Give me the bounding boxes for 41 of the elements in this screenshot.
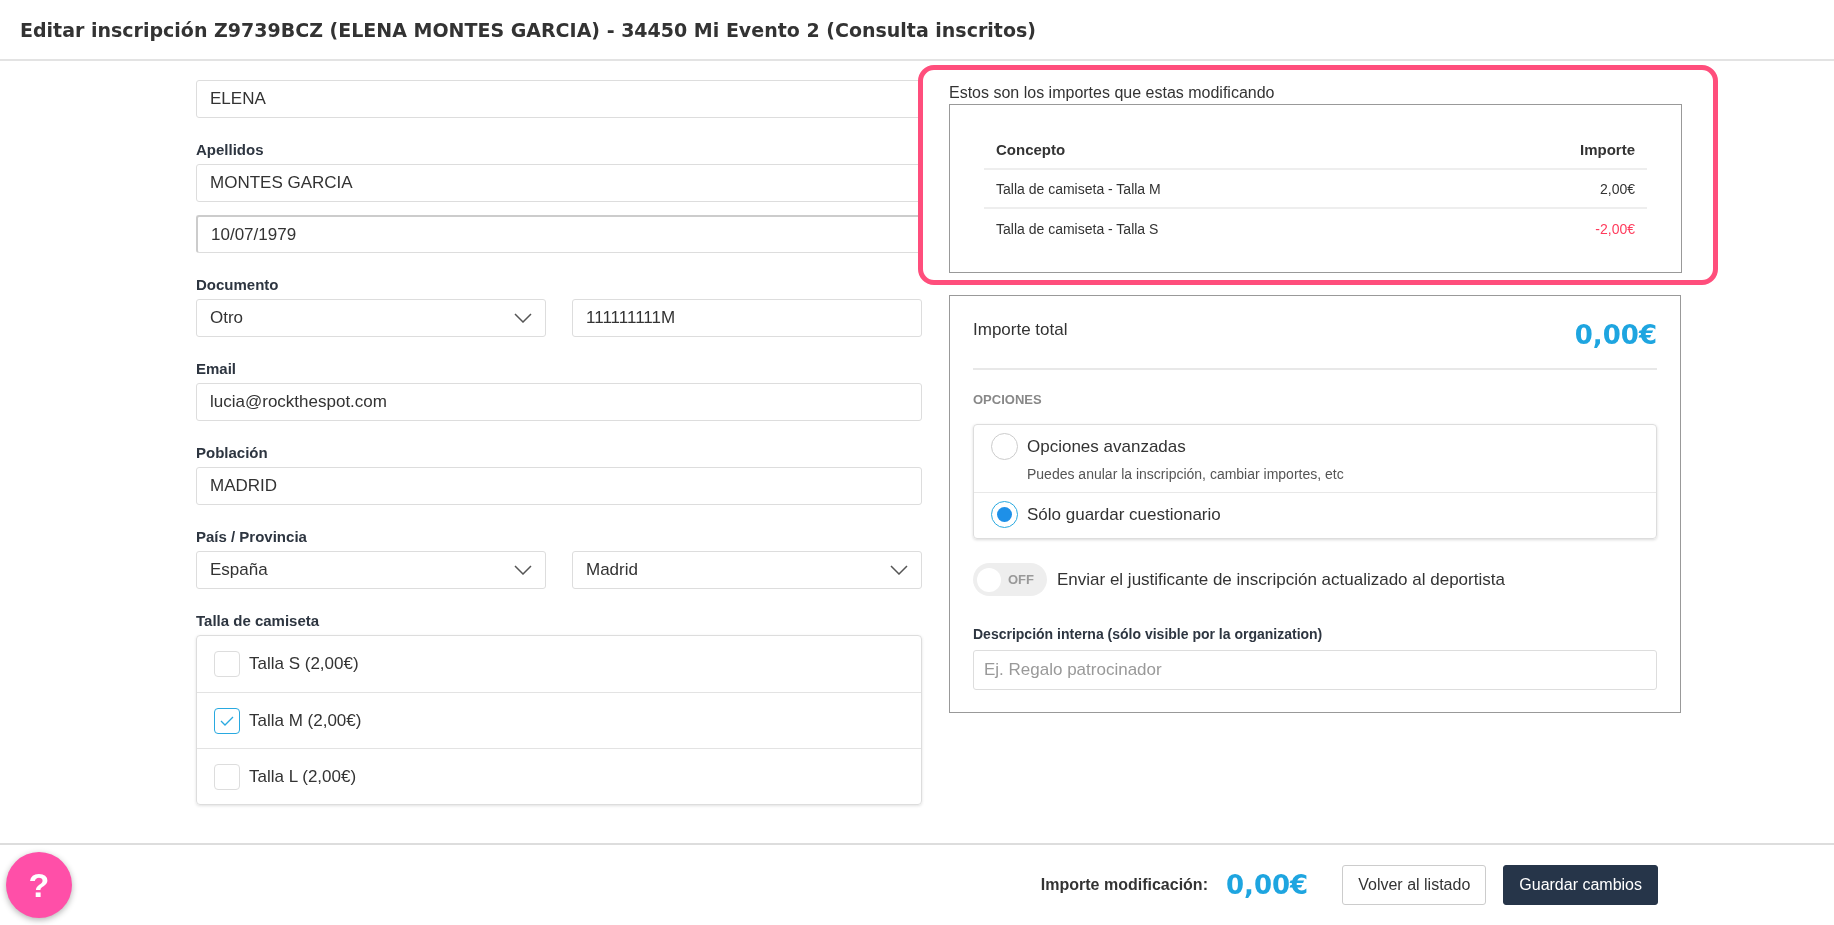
modification-value: 0,00€ [1225, 870, 1309, 900]
select-field[interactable]: Madrid [572, 551, 922, 589]
toggle-label: Enviar el justificante de inscripción actualizado al deportista [1057, 569, 1505, 590]
field-label: Documento [196, 276, 280, 293]
table-cell: 2,00€ [1599, 180, 1635, 197]
input-field[interactable]: Ej. Regalo patrocinador [973, 650, 1657, 690]
table-cell: Talla de camiseta - Talla M [996, 180, 1161, 197]
modification-label: Importe modificación: [1040, 876, 1208, 894]
select-field[interactable]: Otro [196, 299, 546, 337]
radio-label[interactable]: Sólo guardar cuestionario [1027, 504, 1221, 525]
summary-title: Estos son los importes que estas modificando [949, 84, 1276, 102]
table-cell: Talla de camiseta - Talla S [996, 220, 1159, 237]
total-label: Importe total [973, 320, 1068, 340]
input-field[interactable]: 111111111M [572, 299, 922, 337]
check-icon [220, 715, 234, 726]
option-description: Puedes anular la inscripción, cambiar importes, etc [1027, 466, 1345, 482]
input-field[interactable]: lucia@rockthespot.com [196, 383, 922, 421]
field-label: Email [196, 360, 238, 377]
save-button[interactable]: Guardar cambios [1503, 865, 1658, 905]
field-label: Talla de camiseta [196, 612, 321, 629]
section-title: OPCIONES [973, 392, 1043, 407]
field-label: País / Provincia [196, 528, 308, 545]
total-value: 0,00€ [1574, 320, 1657, 350]
field-label: Apellidos [196, 141, 265, 158]
checkbox-label[interactable]: Talla S (2,00€) [249, 654, 359, 674]
table-cell: -2,00€ [1595, 220, 1635, 237]
checkbox-label[interactable]: Talla L (2,00€) [249, 766, 357, 787]
chevron-down-icon [514, 565, 532, 575]
field-label: Población [196, 444, 269, 461]
radio-label[interactable]: Opciones avanzadas [1027, 436, 1186, 457]
column-header: Concepto [996, 141, 1066, 158]
select-field[interactable]: España [196, 551, 546, 589]
checkbox[interactable] [214, 707, 240, 734]
page-title: Editar inscripción Z9739BCZ (ELENA MONTES GARCIA) - 34450 Mi Evento 2 (Consulta inscritos) [20, 18, 1036, 41]
checkbox-label[interactable]: Talla M (2,00€) [249, 710, 362, 731]
field-label: Descripción interna (sólo visible por la organization) [973, 626, 1324, 642]
chevron-down-icon [890, 565, 908, 575]
input-field[interactable]: MADRID [196, 467, 922, 505]
back-button[interactable]: Volver al listado [1342, 865, 1487, 905]
chevron-down-icon [514, 313, 532, 323]
column-header: Importe [1580, 141, 1635, 158]
